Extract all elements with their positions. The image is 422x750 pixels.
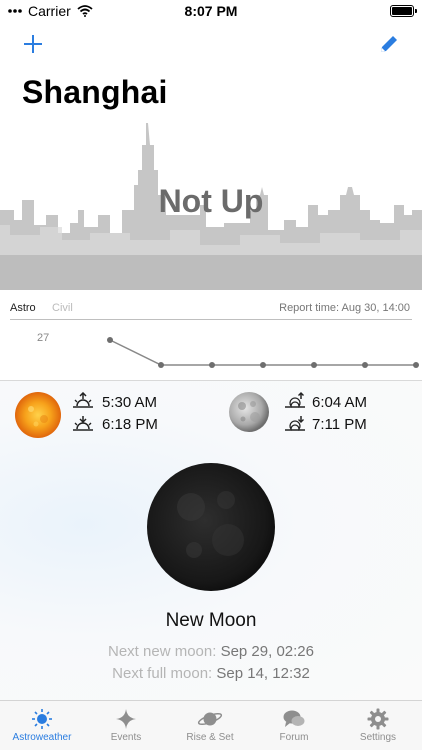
chart-point-1 bbox=[158, 362, 164, 368]
tab-bar: Astroweather Events Rise & Set Forum Set… bbox=[0, 700, 422, 750]
sunset-icon bbox=[73, 416, 93, 431]
sunrise-time: 5:30 AM bbox=[102, 394, 158, 411]
chart-point-5 bbox=[362, 362, 368, 368]
tab-label: Settings bbox=[359, 732, 397, 743]
gear-icon bbox=[367, 708, 389, 730]
visibility-status: Not Up bbox=[158, 183, 264, 219]
tab-label: Rise & Set bbox=[186, 732, 234, 743]
sunrise-icon bbox=[73, 392, 93, 408]
chart-point-0 bbox=[107, 337, 113, 343]
next-full-moon-label: Next full moon: bbox=[112, 665, 213, 682]
chart-point-6 bbox=[413, 362, 419, 368]
tab-events[interactable]: Events bbox=[84, 701, 168, 750]
next-new-moon-value: Sep 29, 02:26 bbox=[220, 643, 314, 660]
tab-civil[interactable]: Civil bbox=[52, 302, 73, 314]
report-time: Report time: Aug 30, 14:00 bbox=[279, 302, 410, 314]
moonset-time: 7:11 PM bbox=[312, 416, 367, 433]
sun-icon bbox=[32, 709, 52, 729]
tab-label: Forum bbox=[279, 732, 309, 743]
tab-forum[interactable]: Forum bbox=[252, 701, 336, 750]
chart-point-3 bbox=[260, 362, 266, 368]
sunset-time: 6:18 PM bbox=[102, 416, 158, 433]
sun-icon bbox=[15, 392, 61, 438]
moonset-icon bbox=[285, 416, 305, 431]
add-location-button[interactable] bbox=[22, 33, 44, 55]
tab-label: Events bbox=[110, 732, 142, 743]
chart-y-label: 27 bbox=[37, 332, 49, 344]
tab-label: Astroweather bbox=[12, 732, 72, 743]
next-new-moon-row: Next new moon: Sep 29, 02:26 bbox=[0, 643, 422, 660]
city-title: Shanghai bbox=[22, 74, 168, 110]
status-time: 8:07 PM bbox=[184, 3, 238, 19]
moonrise-time: 6:04 AM bbox=[312, 394, 368, 411]
moon-icon bbox=[229, 392, 269, 432]
tab-astroweather[interactable]: Astroweather bbox=[0, 701, 84, 750]
twilight-chart: 27 bbox=[37, 332, 419, 368]
next-new-moon-label: Next new moon: bbox=[108, 643, 217, 660]
planet-icon bbox=[197, 712, 223, 726]
moon-phase-name: New Moon bbox=[165, 610, 257, 631]
next-full-moon-row: Next full moon: Sep 14, 12:32 bbox=[0, 665, 422, 682]
tab-settings[interactable]: Settings bbox=[336, 701, 420, 750]
chart-series-line bbox=[109, 339, 416, 366]
battery-icon bbox=[390, 5, 417, 17]
chat-icon bbox=[283, 710, 305, 727]
tab-astro[interactable]: Astro bbox=[10, 302, 36, 314]
edit-button[interactable] bbox=[378, 33, 400, 55]
chart-point-4 bbox=[311, 362, 317, 368]
chart-header: Astro Civil Report time: Aug 30, 14:00 bbox=[10, 300, 410, 318]
moon-phase-image bbox=[147, 463, 275, 591]
status-bar: Carrier 8:07 PM bbox=[0, 0, 422, 22]
chart-point-2 bbox=[209, 362, 215, 368]
next-full-moon-value: Sep 14, 12:32 bbox=[216, 665, 310, 682]
star-icon bbox=[116, 709, 136, 729]
moonrise-icon bbox=[285, 392, 305, 408]
tab-rise-set[interactable]: Rise & Set bbox=[168, 701, 252, 750]
